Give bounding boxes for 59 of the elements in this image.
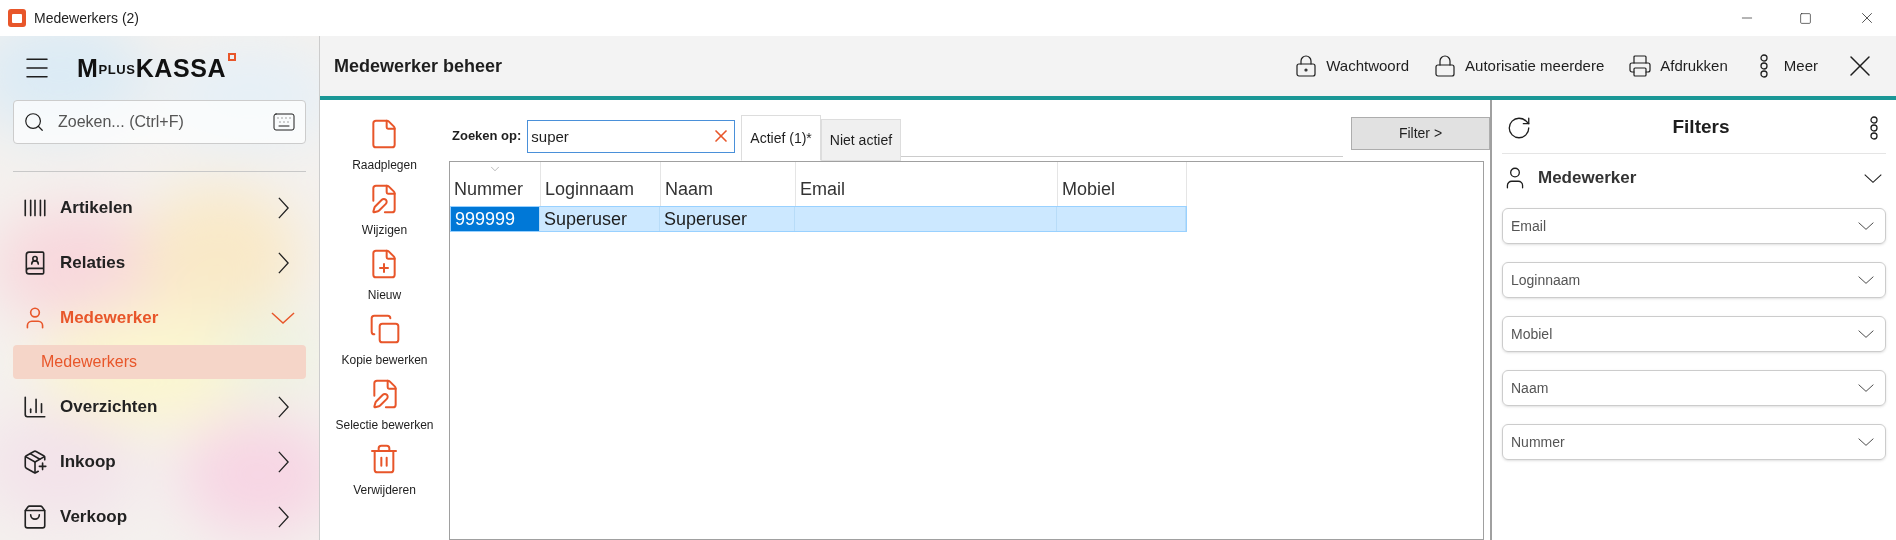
lock-icon [1433,54,1458,78]
window-title: Medewerkers (2) [34,8,140,28]
chevron-icon [1858,222,1874,230]
app-icon [8,9,26,27]
chevron-icon [1858,330,1874,338]
search-label: Zoeken op: [452,127,522,146]
toolbar-button[interactable]: Wachtwoord [1282,44,1422,88]
chevron-icon [278,251,289,274]
search-icon [23,111,45,133]
action-button[interactable]: Verwijderen [353,443,416,508]
chevron-icon [278,196,289,219]
filter-button[interactable]: Filter > [1351,117,1490,150]
table-cell: 999999 [451,207,540,231]
table-row[interactable]: 999999 Superuser Superuser [450,206,1187,232]
action-button[interactable]: Raadplegen [352,118,417,183]
filter-dropdown[interactable]: Naam [1502,370,1886,406]
chevron-icon [1864,173,1882,183]
more-icon[interactable] [1870,115,1878,140]
printer-icon [1628,54,1653,78]
chevron-icon [1858,384,1874,392]
filter-dropdown[interactable]: Loginnaam [1502,262,1886,298]
toolbar-button[interactable]: Autorisatie meerdere [1421,44,1617,88]
logo: MplusKASSA [77,53,237,83]
filter-section-header[interactable]: Medewerker [1502,154,1886,202]
lock-pen-icon [1294,54,1319,78]
table-cell: Superuser [660,207,795,231]
more-icon [1759,54,1768,78]
chevron-icon [278,450,289,473]
nav-item[interactable]: Verkoop [0,489,319,540]
action-button[interactable]: Wijzigen [361,183,408,248]
nav-item[interactable]: Relaties [0,235,319,290]
shopping-bag-icon [22,503,48,530]
tab[interactable]: Niet actief [820,119,902,161]
action-button[interactable]: Selectie bewerken [335,378,434,443]
filter-dropdown[interactable]: Nummer [1502,424,1886,460]
tab[interactable]: Actief (1)* [741,115,821,161]
toolbar-button[interactable]: Meer [1739,44,1830,88]
chevron-icon [278,395,289,418]
search-input[interactable]: super [527,119,736,153]
nav-item[interactable]: Overzichten [0,379,319,434]
maximize-icon[interactable] [1799,11,1812,25]
chevron-icon [1858,276,1874,284]
copy-icon [368,313,401,345]
box-icon [22,448,48,475]
action-button[interactable]: Kopie bewerken [341,313,428,378]
filters-title: Filters [1672,115,1730,140]
nav-item[interactable]: Inkoop [0,434,319,489]
toolbar-button[interactable]: Afdrukken [1616,44,1740,88]
search-field[interactable]: Zoeken... (Ctrl+F) [13,100,306,144]
chevron-icon [271,311,295,324]
filter-dropdown[interactable]: Email [1502,208,1886,244]
page-title: Medewerker beheer [334,54,504,78]
chevron-icon [278,505,289,528]
chevron-icon [1858,438,1874,446]
table-cell: Superuser [540,207,660,231]
action-button[interactable]: Nieuw [367,248,402,313]
filter-dropdown[interactable]: Mobiel [1502,316,1886,352]
keyboard-icon[interactable] [272,110,296,134]
nav-item[interactable]: Artikelen [0,180,319,235]
